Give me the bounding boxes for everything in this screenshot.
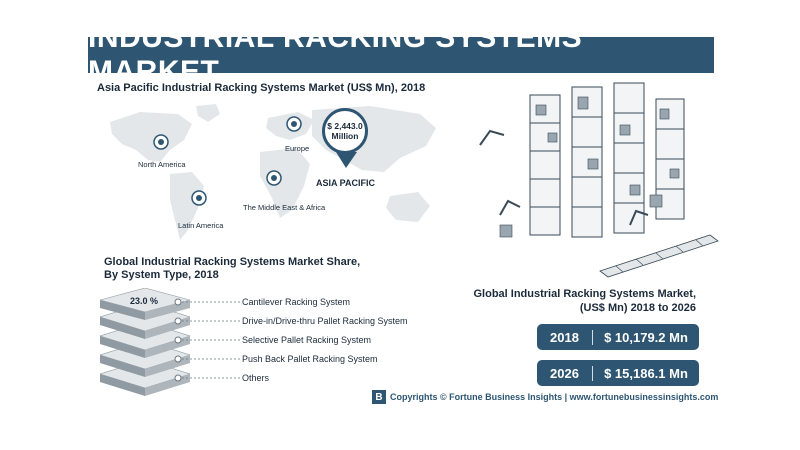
map-section-title: Asia Pacific Industrial Racking Systems …	[97, 82, 426, 94]
region-label-north-america: North America	[138, 160, 186, 169]
region-label-europe: Europe	[285, 144, 310, 153]
market-year: 2026	[537, 365, 593, 381]
segment-leader-lines	[174, 298, 242, 382]
map-greenland	[196, 104, 220, 122]
market-value: $ 10,179.2 Mn	[604, 329, 688, 345]
market-year: 2018	[537, 329, 593, 345]
map-north-america	[110, 112, 192, 162]
market-title-line2: (US$ Mn) 2018 to 2026	[579, 302, 696, 314]
market-title-line1: Global Industrial Racking Systems Market…	[473, 288, 696, 300]
segment-label-others: Others	[242, 373, 270, 383]
pin-middle-east-africa	[266, 170, 282, 186]
rack-1	[529, 94, 561, 236]
copyright-text: Copyrights © Fortune Business Insights |…	[390, 392, 719, 402]
pin-latin-america	[191, 190, 207, 206]
market-value: $ 15,186.1 Mn	[604, 365, 688, 381]
map-australia	[386, 192, 430, 222]
segment-label-cantilever: Cantilever Racking System	[242, 297, 351, 307]
share-title-line2: By System Type, 2018	[104, 269, 219, 281]
region-label-latin-america: Latin America	[178, 221, 224, 230]
pin-europe	[286, 116, 302, 132]
fbi-logo-icon: B	[372, 390, 386, 404]
top-segment-value: 23.0 %	[130, 296, 158, 306]
conveyor	[599, 234, 719, 278]
share-title-line1: Global Industrial Racking Systems Market…	[104, 256, 361, 268]
market-value-row-2018: 2018 $ 10,179.2 Mn	[537, 324, 699, 350]
copyright-footer: B Copyrights © Fortune Business Insights…	[372, 390, 718, 404]
market-section-title: Global Industrial Racking Systems Market…	[473, 287, 696, 315]
asia-pacific-unit: Million	[331, 131, 359, 141]
asia-pacific-value-bubble: $ 2,443.0 Million	[322, 108, 368, 154]
title-banner: INDUSTRIAL RACKING SYSTEMS MARKET	[88, 21, 714, 88]
asia-pacific-label: ASIA PACIFIC	[316, 178, 376, 188]
rack-3	[613, 82, 645, 234]
market-value-row-2026: 2026 $ 15,186.1 Mn	[537, 360, 699, 386]
segment-label-push-back: Push Back Pallet Racking System	[242, 354, 378, 364]
world-map	[110, 104, 436, 240]
pin-north-america	[153, 134, 169, 150]
region-label-middle-east-africa: The Middle East & Africa	[243, 203, 326, 212]
segment-label-selective: Selective Pallet Racking System	[242, 335, 372, 345]
warehouse-illustration	[479, 82, 719, 278]
asia-pacific-value: $ 2,443.0	[327, 121, 363, 131]
segment-label-drive-in: Drive-in/Drive-thru Pallet Racking Syste…	[242, 316, 408, 326]
share-section-title: Global Industrial Racking Systems Market…	[104, 256, 360, 282]
